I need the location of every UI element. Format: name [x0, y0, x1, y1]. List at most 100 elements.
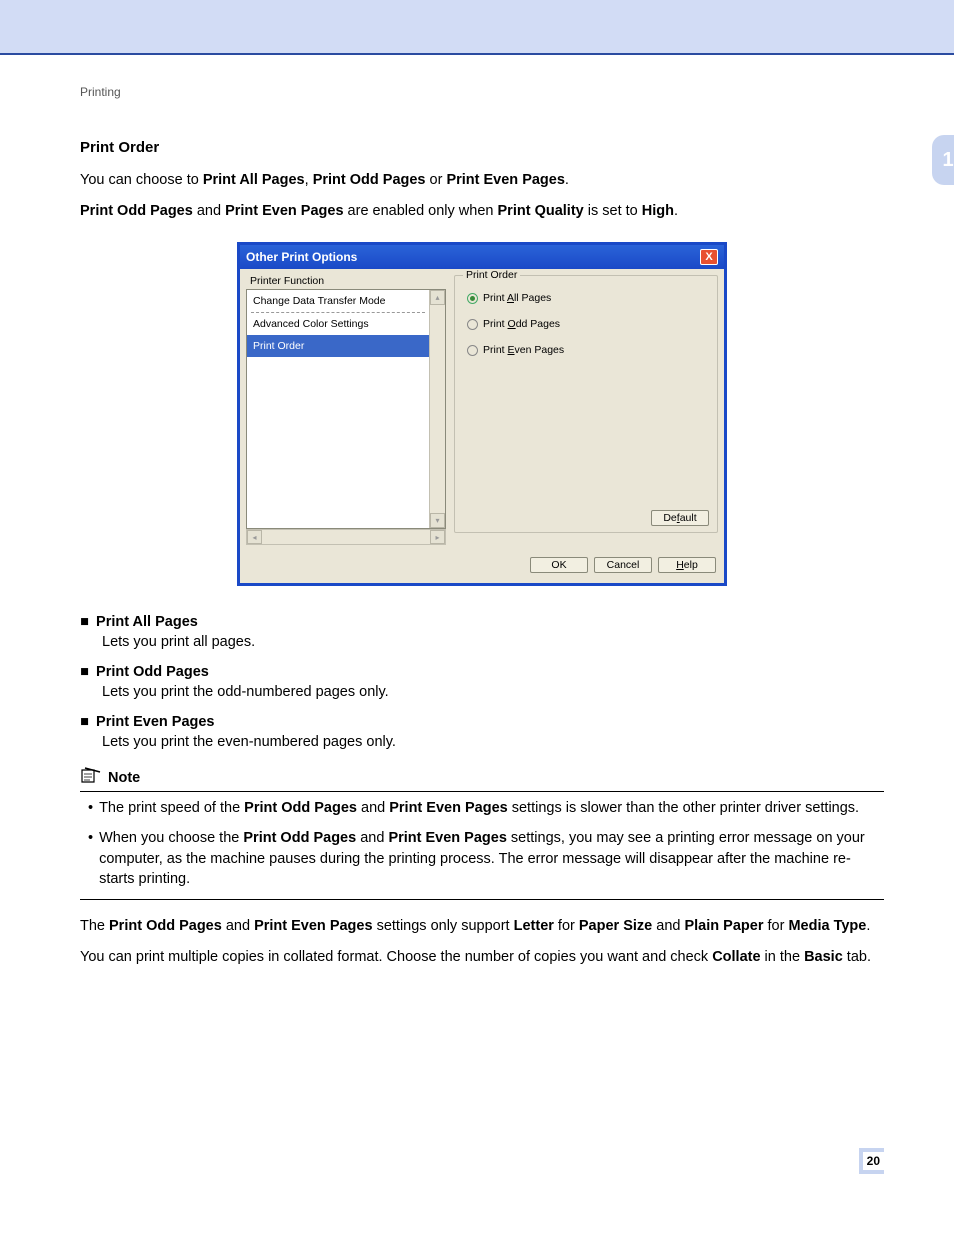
square-bullet-icon: ■	[80, 714, 89, 730]
option-print-even-pages: ■ Print Even Pages Lets you print the ev…	[80, 714, 884, 750]
note-heading: Note	[80, 766, 884, 792]
text: and	[193, 203, 225, 219]
options-panel: Print Order Print All Pages Print Odd Pa…	[454, 275, 718, 545]
horizontal-scrollbar[interactable]: ◂ ▸	[246, 529, 446, 545]
text: .	[674, 203, 678, 219]
post-paragraph-1: The Print Odd Pages and Print Even Pages…	[80, 916, 884, 937]
text: O	[508, 318, 516, 330]
printer-function-panel: Printer Function Change Data Transfer Mo…	[246, 275, 446, 545]
square-bullet-icon: ■	[80, 614, 89, 630]
text-bold: Collate	[712, 949, 760, 965]
text-bold: High	[642, 203, 674, 219]
titlebar[interactable]: Other Print Options X	[240, 245, 724, 269]
list-item-advanced-color[interactable]: Advanced Color Settings	[247, 313, 429, 335]
function-listbox[interactable]: Change Data Transfer Mode Advanced Color…	[246, 289, 446, 529]
text: and	[222, 918, 254, 934]
text: and	[357, 800, 389, 816]
text: When you choose the	[99, 830, 243, 846]
text: tab.	[843, 949, 871, 965]
radio-icon[interactable]	[467, 345, 478, 356]
help-button[interactable]: Help	[658, 557, 716, 573]
text-bold: Plain Paper	[684, 918, 763, 934]
text-bold: Print Odd Pages	[313, 172, 426, 188]
header-bar	[0, 0, 954, 55]
text-bold: Basic	[804, 949, 843, 965]
text: for	[554, 918, 579, 934]
text-bold: Letter	[514, 918, 554, 934]
text: The print speed of the	[99, 800, 244, 816]
note-icon	[80, 766, 102, 789]
text: A	[507, 292, 514, 304]
scroll-up-icon[interactable]: ▴	[430, 290, 445, 305]
text: .	[565, 172, 569, 188]
cancel-button[interactable]: Cancel	[594, 557, 652, 573]
bullet-icon: •	[88, 828, 93, 889]
text: and	[652, 918, 684, 934]
text-bold: Print Quality	[498, 203, 584, 219]
scroll-down-icon[interactable]: ▾	[430, 513, 445, 528]
text: ven Pages	[515, 344, 565, 356]
text-bold: Media Type	[788, 918, 866, 934]
default-button[interactable]: Default	[651, 510, 709, 526]
option-list: ■ Print All Pages Lets you print all pag…	[80, 614, 884, 750]
group-title: Print Order	[463, 269, 520, 281]
text: You can print multiple copies in collate…	[80, 949, 712, 965]
option-print-odd-pages: ■ Print Odd Pages Lets you print the odd…	[80, 664, 884, 700]
chapter-tab: 1	[932, 135, 954, 185]
post-paragraph-2: You can print multiple copies in collate…	[80, 947, 884, 968]
note-item-1: • The print speed of the Print Odd Pages…	[88, 798, 884, 818]
text-bold: Print Odd Pages	[80, 203, 193, 219]
text-bold: Print Odd Pages	[244, 800, 357, 816]
note-end-rule	[80, 899, 884, 900]
list-item-print-order[interactable]: Print Order	[247, 335, 429, 357]
radio-print-all-pages[interactable]: Print All Pages	[467, 292, 709, 304]
text: or	[426, 172, 447, 188]
text: Print	[483, 292, 507, 304]
text: for	[763, 918, 788, 934]
close-icon[interactable]: X	[700, 249, 718, 265]
option-desc: Lets you print all pages.	[102, 634, 884, 650]
scroll-right-icon[interactable]: ▸	[430, 530, 445, 544]
text: dd Pages	[516, 318, 560, 330]
text: .	[866, 918, 870, 934]
print-order-group: Print Order Print All Pages Print Odd Pa…	[454, 275, 718, 533]
option-title: Print All Pages	[96, 614, 198, 630]
intro-paragraph-1: You can choose to Print All Pages, Print…	[80, 170, 884, 191]
radio-icon[interactable]	[467, 293, 478, 304]
text-bold: Print Odd Pages	[109, 918, 222, 934]
option-print-all-pages: ■ Print All Pages Lets you print all pag…	[80, 614, 884, 650]
text: ,	[305, 172, 313, 188]
radio-print-even-pages[interactable]: Print Even Pages	[467, 344, 709, 356]
radio-icon[interactable]	[467, 319, 478, 330]
dialog-title: Other Print Options	[246, 250, 357, 264]
text: E	[508, 344, 515, 356]
text: in the	[761, 949, 805, 965]
page-number: 20	[80, 1148, 884, 1174]
radio-print-odd-pages[interactable]: Print Odd Pages	[467, 318, 709, 330]
text: You can choose to	[80, 172, 203, 188]
other-print-options-dialog: Other Print Options X Printer Function C…	[237, 242, 727, 586]
text: The	[80, 918, 109, 934]
text-bold: Print Even Pages	[389, 800, 507, 816]
text: settings only support	[373, 918, 514, 934]
dialog-footer: OK Cancel Help	[240, 551, 724, 583]
square-bullet-icon: ■	[80, 664, 89, 680]
intro-paragraph-2: Print Odd Pages and Print Even Pages are…	[80, 201, 884, 222]
ok-button[interactable]: OK	[530, 557, 588, 573]
text-bold: Print Even Pages	[446, 172, 564, 188]
note-item-2: • When you choose the Print Odd Pages an…	[88, 828, 884, 889]
text-bold: Print Even Pages	[388, 830, 506, 846]
section-label: Printing	[80, 85, 884, 99]
text-bold: Print All Pages	[203, 172, 305, 188]
text-bold: Print Odd Pages	[243, 830, 356, 846]
scroll-left-icon[interactable]: ◂	[247, 530, 262, 544]
option-desc: Lets you print the even-numbered pages o…	[102, 734, 884, 750]
option-title: Print Odd Pages	[96, 664, 209, 680]
bullet-icon: •	[88, 798, 93, 818]
list-item-change-data-transfer[interactable]: Change Data Transfer Mode	[247, 290, 429, 312]
note-label: Note	[108, 770, 140, 786]
text: Print	[483, 344, 508, 356]
text-bold: Paper Size	[579, 918, 652, 934]
vertical-scrollbar[interactable]: ▴ ▾	[429, 290, 445, 528]
text: and	[356, 830, 388, 846]
